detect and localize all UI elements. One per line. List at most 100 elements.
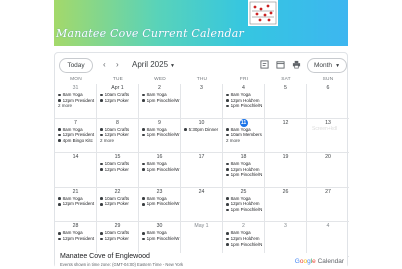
day-cell[interactable]: 15 10am Crafts 12pm Poker <box>97 153 139 188</box>
day-cell[interactable]: 6 <box>307 84 349 119</box>
event-chip[interactable]: 1pm Pinochle/W <box>139 98 180 104</box>
day-cell[interactable]: 14 <box>55 153 97 188</box>
day-number: 22 <box>97 189 138 196</box>
day-number: 3 <box>265 223 306 230</box>
day-cell[interactable]: 16 8am Yoga 1pm Pinochle/W <box>139 153 181 188</box>
event-dot-icon <box>226 133 229 137</box>
event-chip[interactable]: 12pm President <box>55 236 96 242</box>
more-events-link[interactable]: 2 more <box>55 103 96 109</box>
day-cell[interactable]: 17 <box>181 153 223 188</box>
caret-down-icon: ▼ <box>335 62 341 69</box>
next-month-button[interactable]: › <box>116 60 119 69</box>
day-cell[interactable]: 30 8am Yoga 1pm Pinochle/W <box>139 222 181 257</box>
day-cell[interactable]: 18 8am Yoga 12pm Hold'em 1pm Pinochle/N <box>223 153 265 188</box>
day-cell[interactable]: 25 8am Yoga 12pm Hold'em 1pm Pinochle/N <box>223 187 265 223</box>
event-chip[interactable]: 12pm Poker <box>97 201 138 207</box>
event-chip[interactable]: 1pm Pinochle/N <box>223 103 264 109</box>
day-cell[interactable]: 3 <box>265 222 307 257</box>
day-cell[interactable]: 21 8am Yoga 12pm President <box>55 187 97 223</box>
event-title: 1pm Pinochle/N <box>230 206 263 212</box>
day-cell[interactable]: 13 <box>307 119 349 154</box>
event-dot-icon <box>226 99 229 102</box>
day-cell[interactable]: 31 8am Yoga 12pm President 2 more <box>55 84 97 119</box>
day-number-text: 7 <box>74 119 77 126</box>
print-icon[interactable] <box>292 60 301 69</box>
event-chip[interactable]: 1pm Pinochle/W <box>139 236 180 242</box>
event-list-icon[interactable] <box>260 60 269 69</box>
event-dot-icon <box>226 243 229 246</box>
today-button[interactable]: Today <box>59 58 93 73</box>
day-cell[interactable]: 20 <box>307 153 349 188</box>
day-cell[interactable]: 26 <box>265 187 307 223</box>
day-cell[interactable]: 2 8am Yoga 1pm Pinochle/W <box>139 84 181 119</box>
day-number: 20 <box>307 154 349 161</box>
day-cell[interactable]: 4 <box>307 222 349 257</box>
event-title: 10am Crafts <box>104 230 130 236</box>
event-dot-icon <box>58 202 61 206</box>
day-cell[interactable]: 28 8am Yoga 12pm President <box>55 222 97 257</box>
event-chip[interactable]: 1pm Pinochle/N <box>223 207 264 213</box>
event-chip[interactable]: 1pm Pinochle/W <box>139 132 180 138</box>
event-dot-icon <box>100 237 103 241</box>
view-select[interactable]: Month ▼ <box>307 58 347 73</box>
event-title: 8am Yoga <box>146 126 167 132</box>
day-cell[interactable]: 9 8am Yoga 1pm Pinochle/W <box>139 118 181 154</box>
day-number-text: 3 <box>200 85 203 91</box>
day-cell[interactable]: 5 <box>265 84 307 119</box>
event-title: 8am Yoga <box>230 195 251 201</box>
day-number-text: 4 <box>326 223 330 230</box>
event-chip[interactable]: 12pm President <box>55 201 96 207</box>
event-chip[interactable]: 1pm Pinochle/N <box>223 172 264 178</box>
event-title: 12pm President <box>62 201 95 207</box>
day-cell[interactable]: May 1 <box>181 222 223 257</box>
day-number-text: 4 <box>242 85 245 91</box>
day-cell[interactable]: 29 10am Crafts 12pm Poker <box>97 222 139 257</box>
event-dot-icon <box>58 93 61 97</box>
day-cell[interactable]: 19 <box>265 153 307 188</box>
event-title: 1pm Pinochle/N <box>230 241 263 247</box>
event-chip[interactable]: 5:30pm Dinner <box>181 127 222 133</box>
day-cell[interactable]: 23 8am Yoga 1pm Pinochle/W <box>139 187 181 223</box>
event-chip[interactable]: 12pm Poker <box>97 236 138 242</box>
google-calendar-logo[interactable]: Google Calendar <box>295 258 344 265</box>
day-cell[interactable]: 12 <box>265 118 307 154</box>
month-label: April 2025 <box>132 60 169 69</box>
day-cell[interactable]: 22 10am Crafts 12pm Poker <box>97 187 139 223</box>
day-number-text: 23 <box>156 188 163 195</box>
event-dot-icon <box>226 168 229 171</box>
calendar-icon[interactable] <box>276 60 285 69</box>
day-number: May 1 <box>181 223 222 230</box>
event-chip[interactable]: 1pm Pinochle/W <box>139 201 180 207</box>
event-chip[interactable]: 12pm Poker <box>97 98 138 104</box>
day-number-text: 24 <box>198 188 205 195</box>
day-number: 10 <box>181 120 222 127</box>
event-dot-icon <box>226 93 229 97</box>
more-events-link[interactable]: 2 more <box>223 138 264 144</box>
day-number-text: 9 <box>158 119 161 126</box>
day-cell[interactable]: 3 <box>181 84 223 119</box>
day-cell[interactable]: 7 8am Yoga 12pm President 4pm Bingo Kitc <box>55 118 97 154</box>
day-cell[interactable]: 8 10am Crafts 12pm Poker 2 more <box>97 118 139 154</box>
event-chip[interactable]: 1pm Pinochle/N <box>223 242 264 248</box>
event-dot-icon <box>142 93 145 97</box>
event-chip[interactable]: 1pm Pinochle/W <box>139 167 180 173</box>
more-events-link[interactable]: 2 more <box>97 138 138 144</box>
day-cell[interactable]: 27 <box>307 188 349 223</box>
day-cell[interactable]: 10 5:30pm Dinner <box>181 118 223 154</box>
prev-month-button[interactable]: ‹ <box>103 60 106 69</box>
day-number: 31 <box>55 85 96 92</box>
event-title: 12pm President <box>62 97 95 103</box>
day-cell[interactable]: 4 8am Yoga 12pm Hold'em 1pm Pinochle/N <box>223 84 265 119</box>
event-chip[interactable]: 12pm Poker <box>97 167 138 173</box>
event-chip[interactable]: 10am Members <box>223 132 264 138</box>
day-cell[interactable]: 2 8am Yoga 12pm Hold'em 1pm Pinochle/N <box>223 222 265 257</box>
day-cell[interactable]: Apr 1 10am Crafts 12pm Poker <box>97 84 139 119</box>
event-chip[interactable]: 4pm Bingo Kitc <box>55 138 96 144</box>
event-dot-icon <box>226 197 229 200</box>
event-dot-icon <box>142 197 145 200</box>
event-dot-icon <box>142 202 145 206</box>
day-cell[interactable]: 24 <box>181 187 223 223</box>
month-picker[interactable]: April 2025 ▼ <box>132 60 175 69</box>
day-cell[interactable]: 11 8am Yoga 10am Members 2 more <box>223 118 265 154</box>
day-number-text: 27 <box>325 188 331 195</box>
